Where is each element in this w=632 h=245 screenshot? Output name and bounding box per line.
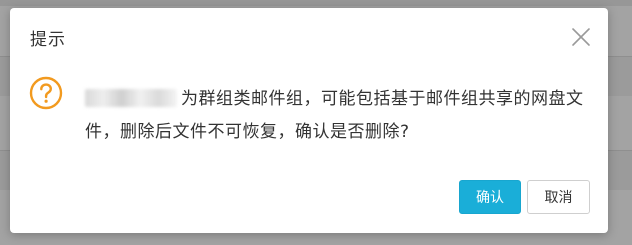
close-button[interactable] bbox=[570, 26, 592, 48]
cancel-button[interactable]: 取消 bbox=[527, 180, 590, 214]
confirm-button[interactable]: 确认 bbox=[459, 180, 521, 214]
dialog-message: 为群组类邮件组，可能包括基于邮件组共享的网盘文件，删除后文件不可恢复，确认是否删… bbox=[85, 83, 595, 149]
confirm-dialog: 提示 为群组类邮件组，可能包括基于邮件组共享的网盘文件，删除后文件不可恢复，确认… bbox=[10, 8, 608, 233]
background-header-band bbox=[0, 0, 632, 6]
close-icon bbox=[572, 28, 590, 46]
question-circle-icon bbox=[29, 76, 63, 110]
dialog-title: 提示 bbox=[30, 30, 66, 50]
redacted-group-name bbox=[85, 89, 177, 107]
